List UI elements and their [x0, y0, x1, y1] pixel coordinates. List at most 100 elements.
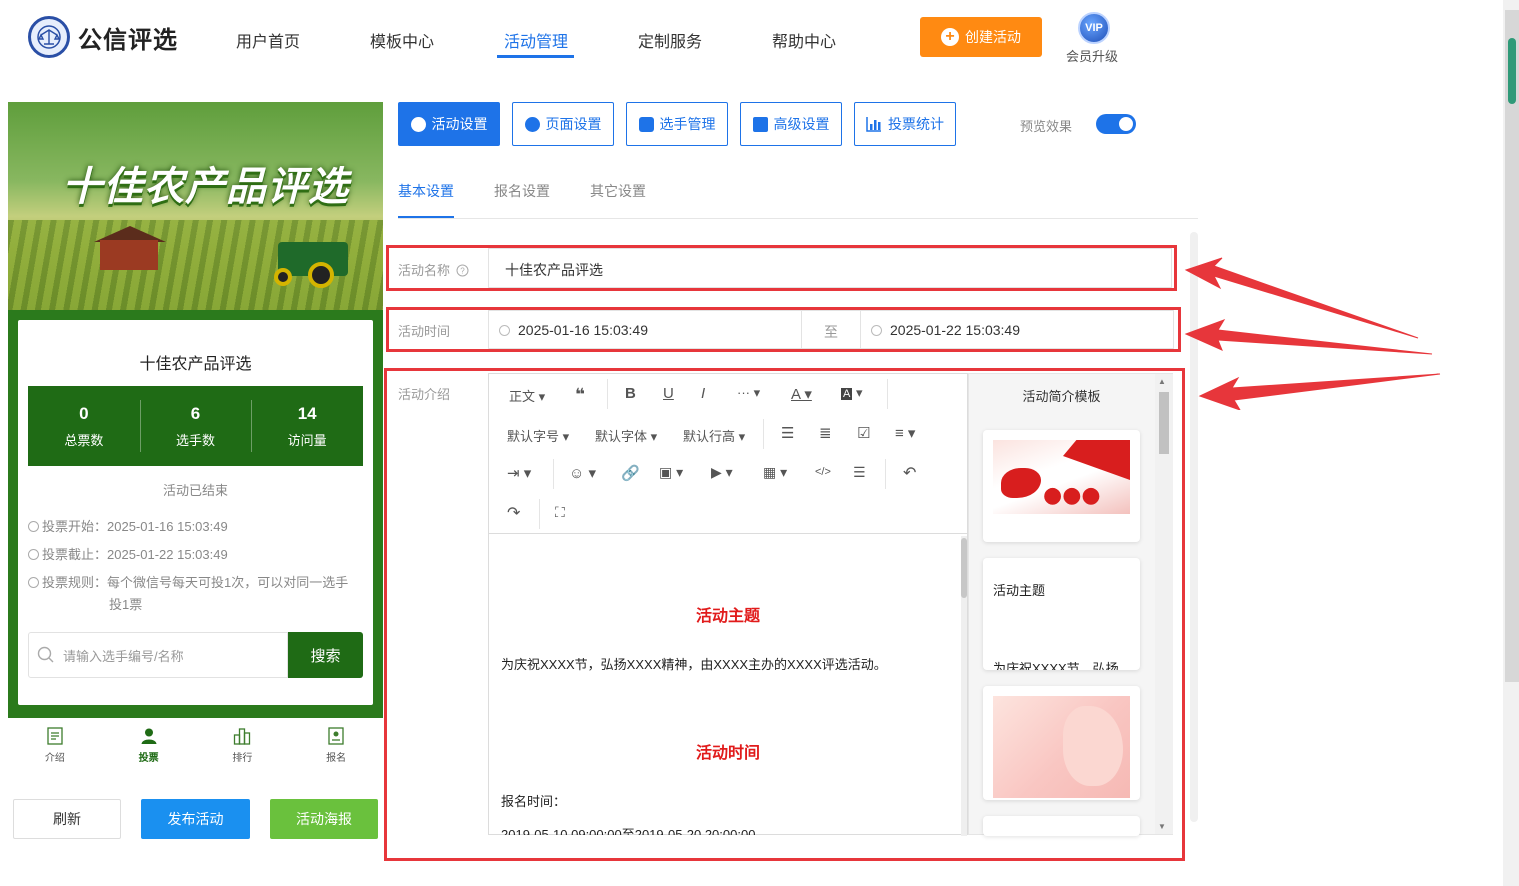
vip-icon[interactable]: VIP [1078, 12, 1110, 44]
underline-icon[interactable]: U [663, 385, 674, 402]
nav-custom-service[interactable]: 定制服务 [638, 28, 702, 52]
font-size-select[interactable]: 默认字号 ▾ [507, 426, 569, 445]
quote-icon[interactable]: ❝ [575, 385, 585, 405]
tab-signup[interactable]: 报名 [289, 718, 383, 772]
template-card-4[interactable] [983, 816, 1140, 836]
activity-settings-button[interactable]: 活动设置 [398, 102, 500, 146]
activity-name-input[interactable]: 十佳农产品评选 [488, 248, 1172, 288]
refresh-button[interactable]: 刷新 [13, 799, 121, 839]
indent-icon[interactable]: ⇥ ▾ [507, 464, 531, 482]
annotation-arrows [1184, 257, 1441, 410]
template-panel-title: 活动简介模板 [1022, 389, 1101, 404]
activity-end-time-input[interactable]: 2025-01-22 15:03:49 [860, 310, 1174, 349]
font-color-icon[interactable]: A ▾ [791, 385, 812, 403]
clock-icon [871, 325, 882, 336]
activity-start-time-input[interactable]: 2025-01-16 15:03:49 [488, 310, 802, 349]
activity-title: 十佳农产品评选 [139, 356, 252, 373]
image-icon[interactable]: ▣ ▾ [659, 464, 683, 481]
scroll-up-icon[interactable]: ▲ [1158, 377, 1166, 386]
bullet-list-icon[interactable]: ☰ [781, 424, 794, 442]
tab-basic-settings[interactable]: 基本设置 [398, 181, 454, 201]
stat-contestants: 6 选手数 [139, 386, 252, 466]
annotation-arrow-3 [1198, 373, 1441, 410]
clock-icon [28, 521, 39, 532]
contestant-manage-button[interactable]: 选手管理 [626, 102, 728, 146]
todo-list-icon[interactable]: ☑ [857, 424, 870, 442]
tab-intro[interactable]: 介绍 [8, 718, 102, 772]
activity-status: 活动已结束 [162, 483, 228, 498]
stat-total-votes: 0 总票数 [64, 403, 104, 448]
tab-other-settings[interactable]: 其它设置 [590, 181, 646, 201]
advanced-settings-button[interactable]: 高级设置 [740, 102, 842, 146]
contestant-search-input[interactable]: 请输入选手编号/名称 [28, 632, 288, 678]
content-heading-time: 活动时间 [695, 745, 760, 762]
clock-icon [28, 549, 39, 560]
ranking-icon [234, 727, 251, 745]
banner-title: 十佳农产品评选 [62, 163, 349, 210]
fullscreen-icon[interactable]: ⛶ [555, 504, 565, 521]
create-activity-button[interactable]: + 创建活动 [920, 17, 1042, 57]
template-card-1[interactable]: ●●● [983, 430, 1140, 542]
preview-effect-toggle[interactable] [1096, 114, 1136, 134]
star-icon [410, 116, 426, 132]
rich-text-editor[interactable]: 正文 ▾ ❝ B U I ··· ▾ A ▾ A ▾ 默认字号 ▾ 默认字体 ▾… [488, 373, 968, 836]
redo-icon[interactable]: ↷ [507, 503, 520, 523]
tab-ranking[interactable]: 排行 [196, 718, 290, 772]
numbered-list-icon[interactable]: ≣ [819, 424, 832, 442]
code-icon[interactable]: </> [815, 466, 831, 478]
poster-button[interactable]: 活动海报 [270, 799, 378, 839]
scroll-down-icon[interactable]: ▼ [1158, 822, 1166, 831]
svg-text:?: ? [460, 267, 465, 276]
background-color-icon[interactable]: A ▾ [841, 385, 862, 401]
link-icon[interactable]: 🔗 [621, 464, 640, 482]
template-card-image [993, 696, 1130, 798]
italic-icon[interactable]: I [701, 385, 705, 402]
preview-effect-label: 预览效果 [1020, 119, 1073, 134]
divider-icon[interactable]: ☰ [853, 464, 866, 481]
emoji-icon[interactable]: ☺ ▾ [569, 464, 596, 482]
tab-signup-settings[interactable]: 报名设置 [494, 181, 550, 201]
annotation-arrow-2 [1184, 319, 1433, 355]
activity-time-label: 活动时间 [398, 324, 451, 339]
barn-image [100, 240, 158, 270]
vip-upgrade-link[interactable]: 会员升级 [1066, 46, 1118, 65]
activity-banner: 十佳农产品评选 [8, 102, 383, 310]
font-family-select[interactable]: 默认字体 ▾ [595, 426, 657, 445]
gear-icon [524, 116, 540, 132]
paragraph-select[interactable]: 正文 ▾ [509, 386, 545, 405]
create-activity-label: 创建活动 [965, 29, 1021, 45]
video-icon[interactable]: ▶ ▾ [711, 464, 733, 481]
nav-templates[interactable]: 模板中心 [370, 28, 434, 52]
editor-toolbar: 正文 ▾ ❝ B U I ··· ▾ A ▾ A ▾ 默认字号 ▾ 默认字体 ▾… [489, 374, 967, 534]
document-icon [47, 726, 63, 745]
search-button[interactable]: 搜索 [288, 632, 363, 678]
vote-rule-cont: 投1票 [109, 597, 143, 612]
template-card-emblem: ●●● [1043, 482, 1101, 508]
vote-rule: 投票规则：每个微信号每天可投1次，可以对同一选手 [28, 572, 363, 594]
publish-button[interactable]: 发布活动 [141, 799, 250, 839]
users-icon [638, 116, 654, 132]
nav-home[interactable]: 用户首页 [236, 28, 300, 52]
time-separator: 至 [801, 310, 861, 349]
activity-name-label: 活动名称 ? [398, 260, 469, 279]
info-icon [28, 577, 39, 588]
align-icon[interactable]: ≡ ▾ [895, 424, 915, 442]
more-format-icon[interactable]: ··· ▾ [737, 385, 760, 401]
help-icon[interactable]: ? [456, 264, 469, 277]
nav-help[interactable]: 帮助中心 [772, 28, 836, 52]
page-scrollbar-thumb[interactable] [1508, 38, 1516, 104]
tab-vote[interactable]: 投票 [102, 718, 196, 772]
page-settings-button[interactable]: 页面设置 [512, 102, 614, 146]
line-height-select[interactable]: 默认行高 ▾ [683, 426, 745, 445]
template-panel: 活动简介模板 ●●● 活动主题 为庆祝XXXX节，弘扬 ▲ ▼ [968, 373, 1173, 836]
preview-tabbar: 介绍 投票 排行 报名 [8, 718, 383, 772]
sliders-icon [752, 116, 768, 132]
undo-icon[interactable]: ↶ [903, 463, 916, 483]
vote-stats-button[interactable]: 投票统计 [854, 102, 956, 146]
table-icon[interactable]: ▦ ▾ [763, 464, 787, 481]
template-card-2[interactable]: 活动主题 为庆祝XXXX节，弘扬 [983, 558, 1140, 670]
clock-icon [499, 325, 510, 336]
nav-activity-manage[interactable]: 活动管理 [504, 28, 568, 52]
template-card-3[interactable] [983, 686, 1140, 800]
bold-icon[interactable]: B [625, 385, 636, 402]
